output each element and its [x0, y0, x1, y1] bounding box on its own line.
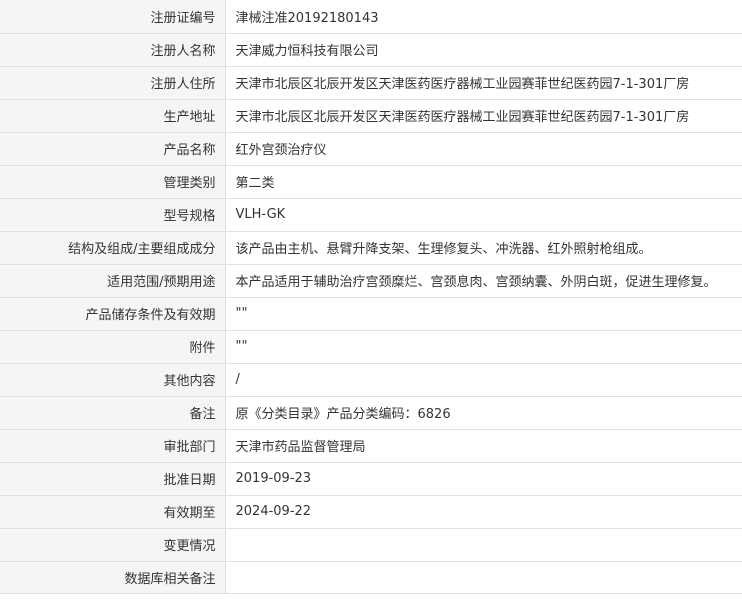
row-label: 型号规格: [0, 197, 226, 232]
row-value: 天津市北辰区北辰开发区天津医药医疗器械工业园赛菲世纪医药园7-1-301厂房: [224, 65, 742, 100]
table-row-management-class: 管理类别 第二类: [0, 164, 742, 199]
row-value: "": [224, 296, 742, 331]
row-value: 天津市药品监督管理局: [224, 428, 742, 463]
row-label: 产品储存条件及有效期: [0, 296, 226, 331]
table-row-intended-use: 适用范围/预期用途 本产品适用于辅助治疗宫颈糜烂、宫颈息肉、宫颈纳囊、外阴白斑，…: [0, 263, 742, 298]
table-row-registrant-address: 注册人住所 天津市北辰区北辰开发区天津医药医疗器械工业园赛菲世纪医药园7-1-3…: [0, 65, 742, 100]
row-label: 管理类别: [0, 164, 226, 199]
table-row-production-address: 生产地址 天津市北辰区北辰开发区天津医药医疗器械工业园赛菲世纪医药园7-1-30…: [0, 98, 742, 133]
table-row-registrant-name: 注册人名称 天津威力恒科技有限公司: [0, 32, 742, 67]
table-row-approval-date: 批准日期 2019-09-23: [0, 461, 742, 496]
row-label: 产品名称: [0, 131, 226, 166]
row-value: [224, 560, 742, 594]
row-value: 本产品适用于辅助治疗宫颈糜烂、宫颈息肉、宫颈纳囊、外阴白斑，促进生理修复。: [224, 263, 742, 298]
row-value: 红外宫颈治疗仪: [224, 131, 742, 166]
table-row-change-status: 变更情况: [0, 527, 742, 562]
row-value: VLH-GK: [224, 197, 742, 232]
table-row-model-spec: 型号规格 VLH-GK: [0, 197, 742, 232]
row-label: 适用范围/预期用途: [0, 263, 226, 298]
row-value: 2019-09-23: [224, 461, 742, 496]
table-row-registration-number: 注册证编号 津械注准20192180143: [0, 0, 742, 34]
row-label: 附件: [0, 329, 226, 364]
row-label: 变更情况: [0, 527, 226, 562]
registration-detail-table: 注册证编号 津械注准20192180143 注册人名称 天津威力恒科技有限公司 …: [0, 0, 742, 594]
row-value: 天津市北辰区北辰开发区天津医药医疗器械工业园赛菲世纪医药园7-1-301厂房: [224, 98, 742, 133]
row-label: 生产地址: [0, 98, 226, 133]
row-label: 备注: [0, 395, 226, 430]
row-value: 天津威力恒科技有限公司: [224, 32, 742, 67]
table-row-valid-until: 有效期至 2024-09-22: [0, 494, 742, 529]
table-row-product-name: 产品名称 红外宫颈治疗仪: [0, 131, 742, 166]
row-value: 2024-09-22: [224, 494, 742, 529]
table-row-structure-composition: 结构及组成/主要组成成分 该产品由主机、悬臂升降支架、生理修复头、冲洗器、红外照…: [0, 230, 742, 265]
row-label: 审批部门: [0, 428, 226, 463]
row-value: "": [224, 329, 742, 364]
row-value: /: [224, 362, 742, 397]
table-row-remarks: 备注 原《分类目录》产品分类编码：6826: [0, 395, 742, 430]
row-value: [224, 527, 742, 562]
row-label: 其他内容: [0, 362, 226, 397]
row-label: 结构及组成/主要组成成分: [0, 230, 226, 265]
row-value: 第二类: [224, 164, 742, 199]
row-label: 有效期至: [0, 494, 226, 529]
table-row-other-content: 其他内容 /: [0, 362, 742, 397]
row-value: 原《分类目录》产品分类编码：6826: [224, 395, 742, 430]
row-value: 津械注准20192180143: [224, 0, 742, 34]
table-row-approval-department: 审批部门 天津市药品监督管理局: [0, 428, 742, 463]
row-label: 数据库相关备注: [0, 560, 226, 594]
row-value: 该产品由主机、悬臂升降支架、生理修复头、冲洗器、红外照射枪组成。: [224, 230, 742, 265]
row-label: 注册人名称: [0, 32, 226, 67]
table-row-attachments: 附件 "": [0, 329, 742, 364]
row-label: 注册人住所: [0, 65, 226, 100]
row-label: 批准日期: [0, 461, 226, 496]
row-label: 注册证编号: [0, 0, 226, 34]
table-row-database-remarks: 数据库相关备注: [0, 560, 742, 594]
table-row-storage-validity: 产品储存条件及有效期 "": [0, 296, 742, 331]
